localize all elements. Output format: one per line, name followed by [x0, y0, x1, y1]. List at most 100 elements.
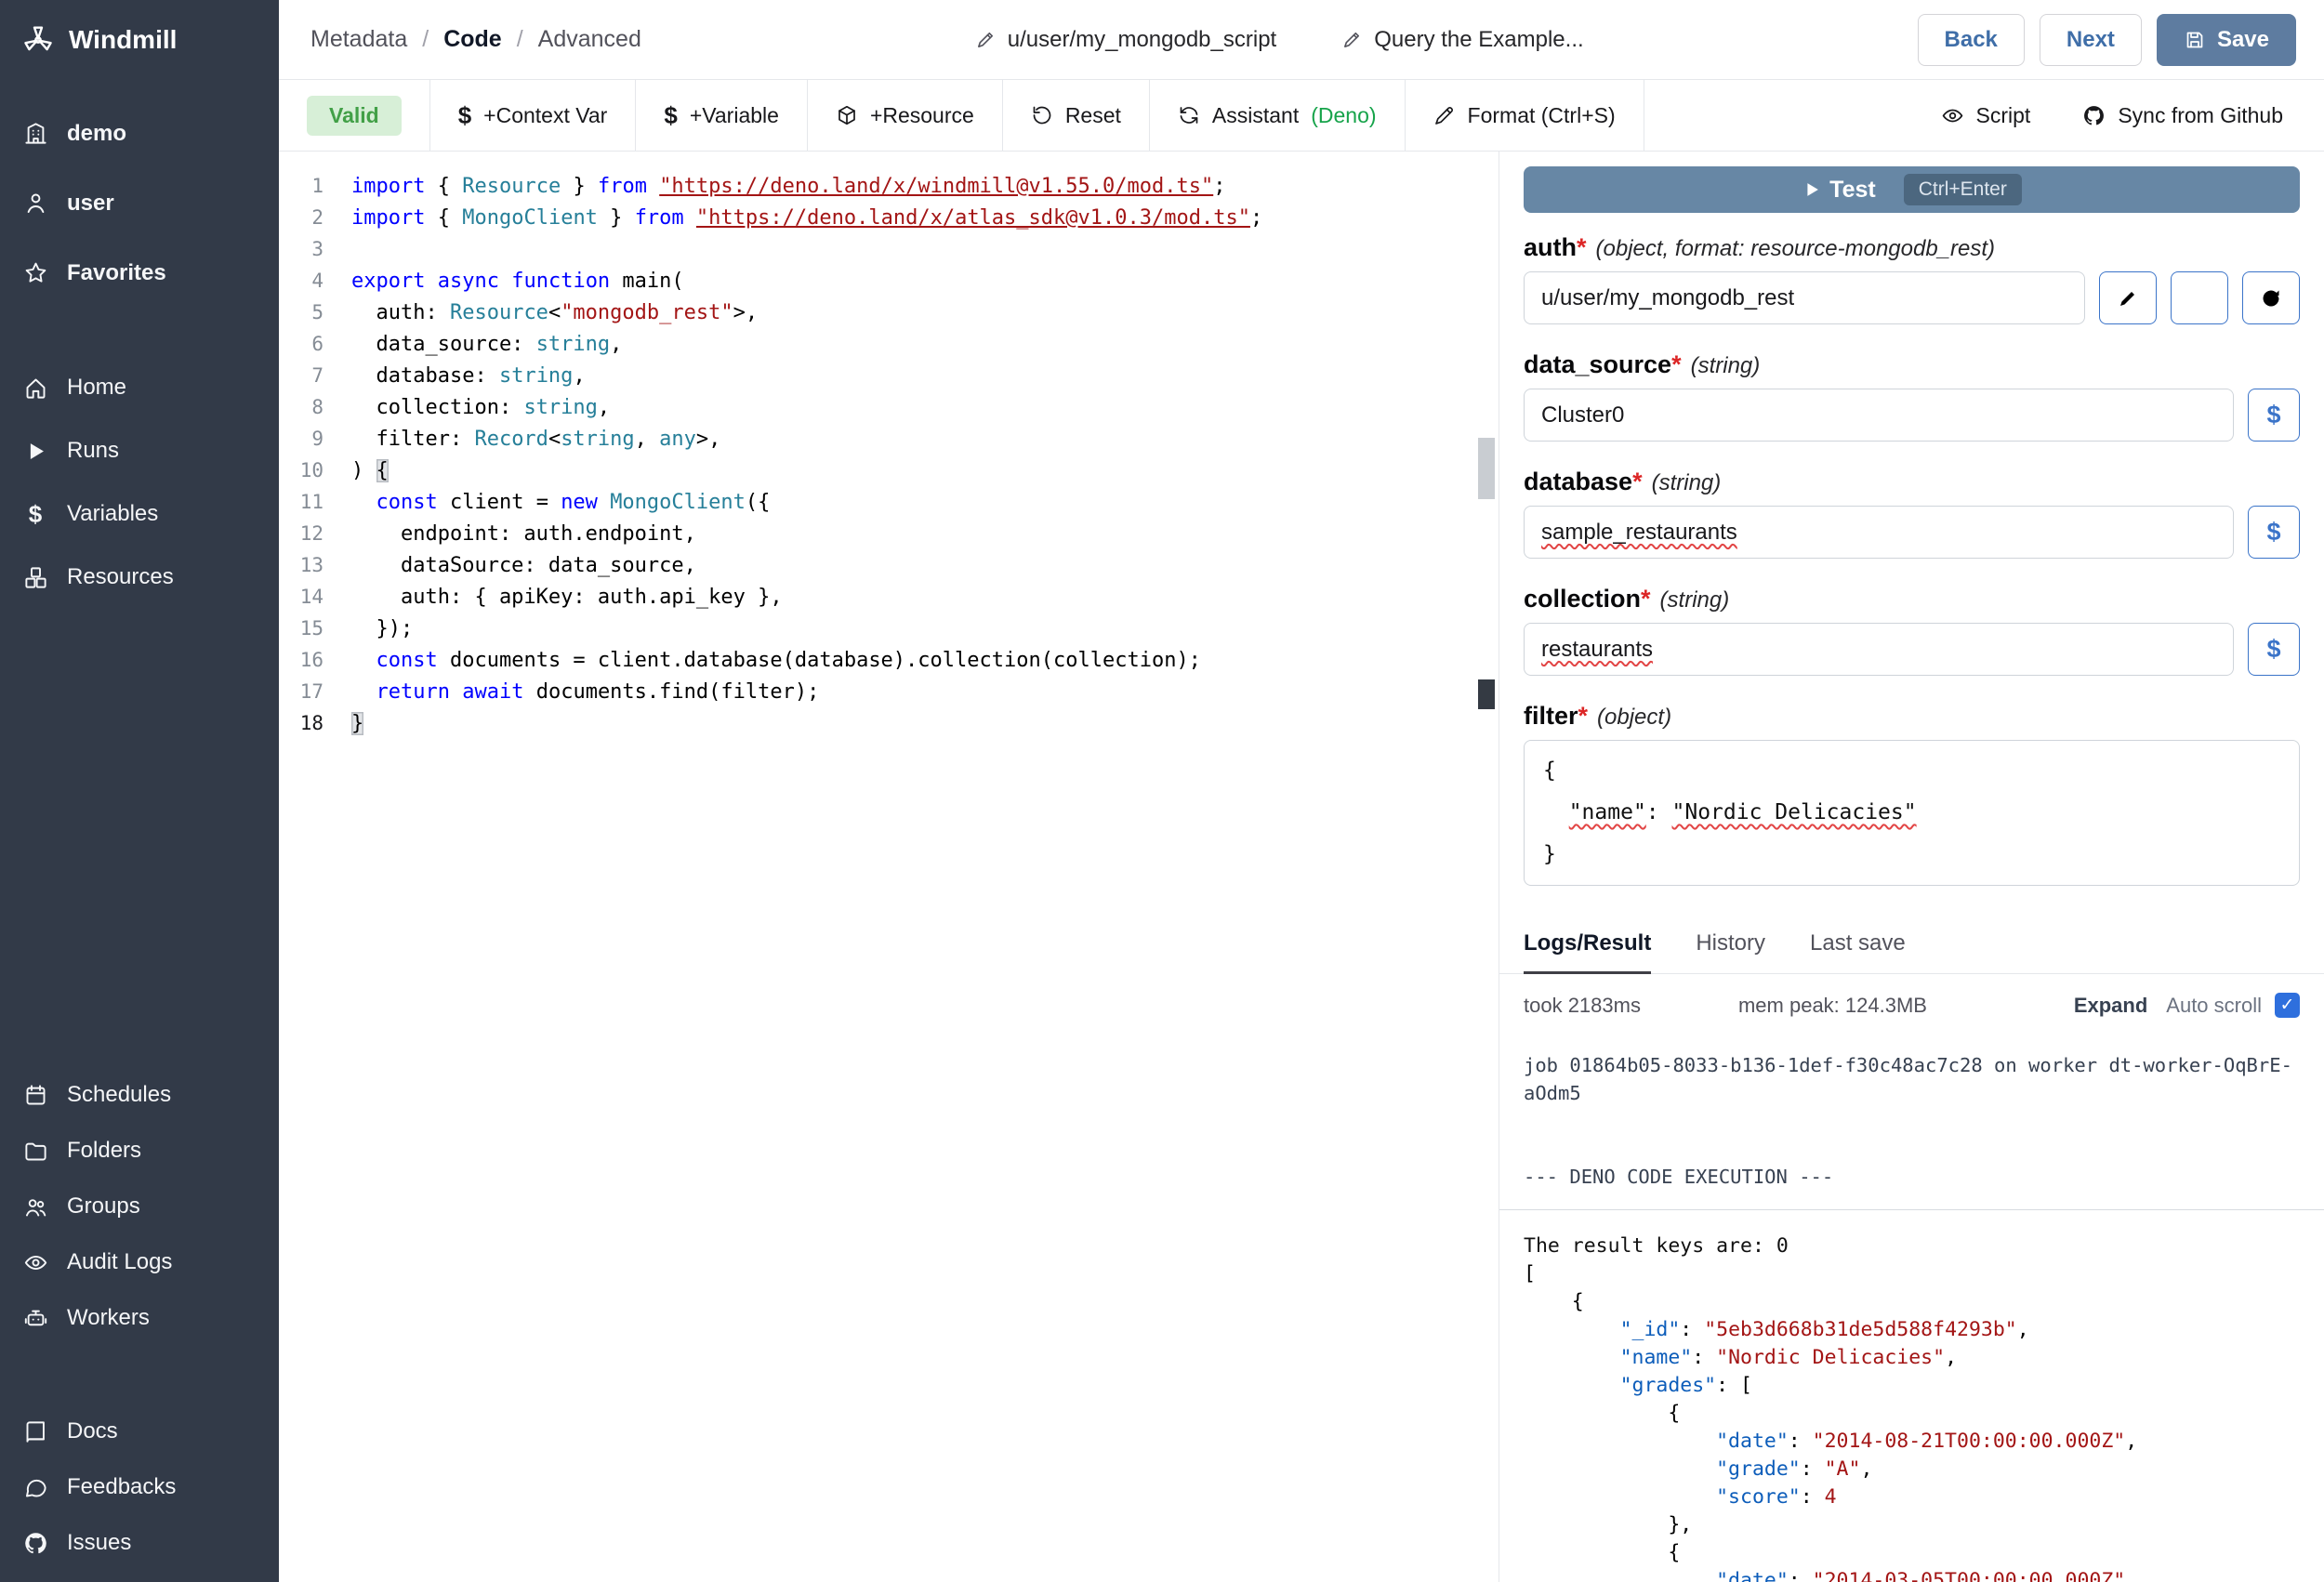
tab-last-save[interactable]: Last save: [1810, 930, 1906, 973]
toolbar-button-label: Assistant: [1212, 103, 1299, 128]
editor-scrollbar-thumb[interactable]: [1478, 438, 1495, 499]
field-label-auth: auth*(object, format: resource-mongodb_r…: [1524, 233, 2300, 262]
test-button[interactable]: Test Ctrl+Enter: [1524, 166, 2300, 213]
bot-icon: [22, 1306, 48, 1331]
add-resource-button[interactable]: [2171, 271, 2228, 324]
sidebar-item-demo[interactable]: demo: [0, 99, 279, 168]
line-number: 5: [279, 301, 351, 323]
toolbar-sync-from-github[interactable]: Sync from Github: [2082, 103, 2283, 128]
sidebar-item-schedules[interactable]: Schedules: [0, 1067, 279, 1123]
breadcrumb-separator: /: [422, 26, 429, 53]
sidebar-item-favorites[interactable]: Favorites: [0, 238, 279, 308]
toolbar-assistant[interactable]: Assistant (Deno): [1150, 80, 1406, 151]
line-number: 11: [279, 491, 351, 513]
sidebar-item-feedbacks[interactable]: Feedbacks: [0, 1459, 279, 1515]
text-input-database[interactable]: sample_restaurants: [1524, 506, 2234, 559]
code-line: 5 auth: Resource<"mongodb_rest">,: [279, 297, 1499, 328]
dollar-icon: $: [22, 500, 48, 529]
sidebar: Windmill demouserFavorites Home Runs $Varia…: [0, 0, 279, 1582]
sidebar-item-issues[interactable]: Issues: [0, 1515, 279, 1571]
valid-badge: Valid: [307, 96, 402, 136]
code-text: return await documents.find(filter);: [351, 680, 819, 704]
app-title: Windmill: [69, 25, 177, 55]
code-line: 12 endpoint: auth.endpoint,: [279, 518, 1499, 549]
pencil-icon: [1341, 29, 1363, 50]
toolbar-format-ctrl-s[interactable]: Format (Ctrl+S): [1406, 80, 1644, 151]
book-icon: [22, 1419, 48, 1444]
sidebar-item-folders[interactable]: Folders: [0, 1123, 279, 1179]
insert-variable-button[interactable]: $: [2248, 389, 2300, 442]
string-input-row: Cluster0 $: [1524, 389, 2300, 442]
required-asterisk: *: [1578, 702, 1589, 731]
refresh-resource-button[interactable]: [2242, 271, 2300, 324]
save-button[interactable]: Save: [2157, 14, 2296, 66]
insert-variable-button[interactable]: $: [2248, 506, 2300, 559]
sidebar-item-docs[interactable]: Docs: [0, 1404, 279, 1459]
result-line: "score": 4: [1524, 1483, 2300, 1511]
sidebar-item-label: Home: [67, 375, 126, 401]
insert-variable-button[interactable]: $: [2248, 623, 2300, 676]
input-value: restaurants: [1541, 637, 1653, 663]
autoscroll-checkbox[interactable]: ✓: [2275, 993, 2300, 1018]
toolbar-variable[interactable]: $+Variable: [636, 80, 808, 151]
toolbar-link-label: Sync from Github: [2118, 103, 2283, 128]
script-path[interactable]: u/user/my_mongodb_script: [975, 27, 1276, 53]
stat-took: took 2183ms: [1524, 994, 1641, 1018]
result-lines: [ { "_id": "5eb3d668b31de5d588f4293b", "…: [1524, 1260, 2300, 1582]
result-line: "grades": [: [1524, 1372, 2300, 1400]
sidebar-item-groups[interactable]: Groups: [0, 1179, 279, 1234]
play-icon: [1802, 179, 1822, 200]
home-icon: [22, 376, 48, 401]
script-path-label: u/user/my_mongodb_script: [1008, 27, 1276, 53]
code-editor[interactable]: 1import { Resource } from "https://deno.…: [279, 152, 1499, 1582]
sidebar-item-user[interactable]: user: [0, 168, 279, 238]
next-button[interactable]: Next: [2040, 14, 2142, 66]
sidebar-item-label: Audit Logs: [67, 1249, 172, 1275]
result-line: "date": "2014-08-21T00:00:00.000Z",: [1524, 1428, 2300, 1456]
resource-picker-input[interactable]: u/user/my_mongodb_rest: [1524, 271, 2085, 324]
breadcrumb-advanced[interactable]: Advanced: [538, 26, 641, 53]
breadcrumb-metadata[interactable]: Metadata: [310, 26, 407, 53]
input-value: sample_restaurants: [1541, 520, 1737, 546]
tab-logs-result[interactable]: Logs/Result: [1524, 930, 1651, 974]
edit-resource-button[interactable]: [2099, 271, 2157, 324]
code-line: 8 collection: string,: [279, 391, 1499, 423]
result-line: {: [1524, 1539, 2300, 1567]
toolbar-context-var[interactable]: $+Context Var: [430, 80, 637, 151]
sidebar-item-label: Feedbacks: [67, 1474, 176, 1500]
sidebar-item-workers[interactable]: Workers: [0, 1290, 279, 1346]
field-name: database: [1524, 468, 1632, 496]
tab-history[interactable]: History: [1696, 930, 1765, 973]
expand-button[interactable]: Expand: [2074, 994, 2147, 1018]
code-line: 9 filter: Record<string, any>,: [279, 423, 1499, 455]
editor-overview-cursor-mark: [1478, 679, 1495, 709]
test-shortcut-badge: Ctrl+Enter: [1904, 174, 2022, 205]
toolbar-resource[interactable]: +Resource: [808, 80, 1003, 151]
sidebar-item-variables[interactable]: $Variables: [0, 482, 279, 546]
text-input-collection[interactable]: restaurants: [1524, 623, 2234, 676]
resource-value: u/user/my_mongodb_rest: [1541, 285, 1794, 311]
back-button[interactable]: Back: [1918, 14, 2025, 66]
clear-icon[interactable]: [2047, 288, 2067, 309]
json-line: }: [1543, 834, 2280, 876]
text-input-data_source[interactable]: Cluster0: [1524, 389, 2234, 442]
sidebar-item-audit-logs[interactable]: Audit Logs: [0, 1234, 279, 1290]
test-button-label: Test: [1829, 177, 1876, 204]
pencil-icon: [975, 29, 997, 50]
sidebar-item-resources[interactable]: Resources: [0, 546, 279, 609]
code-line: 6 data_source: string,: [279, 328, 1499, 360]
toolbar-script[interactable]: Script: [1941, 103, 2031, 128]
breadcrumb-code[interactable]: Code: [443, 26, 502, 53]
log-line: [1524, 1135, 2300, 1163]
json-editor-filter[interactable]: { "name": "Nordic Delicacies"}: [1524, 740, 2300, 886]
sidebar-item-label: Runs: [67, 438, 119, 464]
toolbar-reset[interactable]: Reset: [1003, 80, 1150, 151]
sidebar-item-home[interactable]: Home: [0, 356, 279, 419]
script-summary-label: Query the Example...: [1374, 27, 1583, 53]
reset-icon: [1031, 104, 1053, 126]
workspace-logo[interactable]: Windmill: [0, 0, 279, 80]
toolbar-button-suffix: (Deno): [1311, 103, 1376, 128]
sidebar-item-runs[interactable]: Runs: [0, 419, 279, 482]
script-summary[interactable]: Query the Example...: [1341, 27, 1583, 53]
groups-icon: [22, 1194, 48, 1219]
